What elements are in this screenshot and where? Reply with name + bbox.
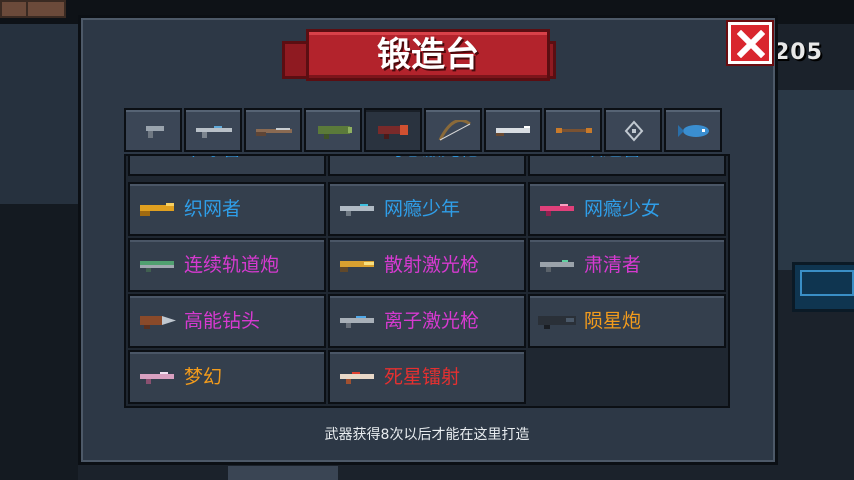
- weapon-name: 毕凉管: [184, 156, 241, 174]
- weapon-cell[interactable]: 织网者: [128, 182, 326, 236]
- close-button[interactable]: [728, 22, 772, 64]
- bow-icon: [438, 120, 471, 141]
- weapon-name: 网瘾少女: [584, 198, 661, 220]
- weapon-name: 死星镭射: [384, 366, 461, 388]
- weapon-cell[interactable]: 跃迁管: [528, 154, 726, 176]
- weapon-cell[interactable]: 网瘾少年: [328, 182, 526, 236]
- green-railgun-icon: [140, 261, 174, 272]
- weapon-cell[interactable]: 高能钻头: [128, 294, 326, 348]
- weapon-name: 织网者: [184, 198, 242, 220]
- dream-gun-icon: [140, 372, 174, 384]
- yellow-laser-gun-icon: [336, 154, 378, 159]
- grey-gun-icon: [540, 260, 574, 272]
- weapon-grid: 毕凉管 司忠激光枪 跃迁管 织网者 网瘾少年 网瘾少女 连续轨道炮 散射激光枪 …: [124, 154, 730, 408]
- tab-pistol[interactable]: [124, 108, 182, 152]
- weapon-name: 司忠激光枪: [384, 156, 479, 174]
- tab-laser-cannon[interactable]: [364, 108, 422, 152]
- weapon-name: 陨星炮: [584, 310, 642, 332]
- tab-rifle[interactable]: [184, 108, 242, 152]
- ion-gun-icon: [340, 316, 374, 328]
- golden-gun-icon: [140, 203, 174, 216]
- tab-bow[interactable]: [424, 108, 482, 152]
- weapon-name: 连续轨道炮: [184, 254, 280, 276]
- weapon-cell[interactable]: 陨星炮: [528, 294, 726, 348]
- forge-requirement-note: 武器获得8次以后才能在这里打造: [324, 427, 530, 443]
- blue-gun-icon: [136, 154, 178, 159]
- background-floor: [228, 466, 338, 480]
- silver-gun-icon: [340, 204, 374, 216]
- background-wall: [0, 204, 78, 480]
- weapon-name: 网瘾少年: [384, 198, 461, 220]
- gold-laser-icon: [340, 261, 374, 272]
- score-counter: 205: [774, 40, 823, 65]
- tab-launcher[interactable]: [304, 108, 362, 152]
- deathstar-gun-icon: [340, 372, 374, 384]
- drill-icon: [140, 316, 176, 329]
- tab-crosshair[interactable]: [604, 108, 662, 152]
- pistol-icon: [146, 126, 164, 138]
- weapon-cell[interactable]: 死星镭射: [328, 350, 526, 404]
- weapon-name: 梦幻: [184, 366, 223, 388]
- laser-cannon-icon: [378, 125, 408, 139]
- weapon-name: 肃清者: [584, 254, 642, 276]
- launcher-icon: [318, 126, 352, 139]
- tab-staff[interactable]: [544, 108, 602, 152]
- weapon-name: 高能钻头: [184, 310, 261, 332]
- close-x-icon: [737, 30, 765, 58]
- weapon-category-tabs: [124, 108, 730, 154]
- tab-fish-gun[interactable]: [664, 108, 722, 152]
- tab-blade[interactable]: [484, 108, 542, 152]
- crosshair-icon: [624, 120, 644, 142]
- weapon-name: 散射激光枪: [384, 254, 480, 276]
- weapon-cell[interactable]: 网瘾少女: [528, 182, 726, 236]
- fish-gun-icon: [678, 125, 709, 137]
- pink-gun-icon: [540, 204, 574, 216]
- background-monitor-screen: [800, 270, 854, 296]
- gold-pipe-gun-icon: [536, 154, 578, 159]
- weapon-cell[interactable]: 连续轨道炮: [128, 238, 326, 292]
- tab-shotgun[interactable]: [244, 108, 302, 152]
- background-wall: [0, 24, 78, 204]
- weapon-name: 离子激光枪: [384, 310, 480, 332]
- rifle-icon: [196, 126, 232, 138]
- shotgun-icon: [256, 128, 292, 136]
- staff-icon: [556, 128, 592, 133]
- panel-title: 锻造台: [377, 35, 479, 75]
- background-wall: [778, 90, 854, 270]
- blade-icon: [496, 126, 530, 136]
- weapon-cell[interactable]: 肃清者: [528, 238, 726, 292]
- dark-cannon-icon: [538, 316, 576, 329]
- weapon-cell[interactable]: 散射激光枪: [328, 238, 526, 292]
- weapon-cell[interactable]: 司忠激光枪: [328, 154, 526, 176]
- weapon-cell[interactable]: 梦幻: [128, 350, 326, 404]
- weapon-cell[interactable]: 毕凉管: [128, 154, 326, 176]
- background-item-slot: [26, 0, 66, 18]
- weapon-name: 跃迁管: [584, 156, 641, 174]
- weapon-cell[interactable]: 离子激光枪: [328, 294, 526, 348]
